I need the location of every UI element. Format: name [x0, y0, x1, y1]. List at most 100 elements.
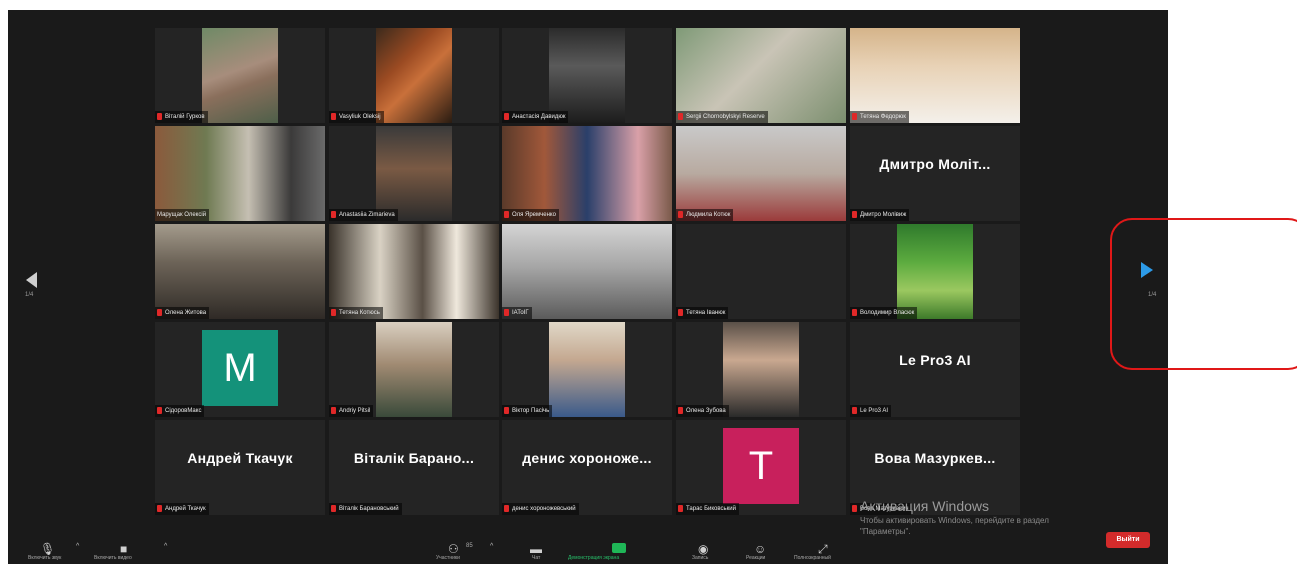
participant-tile[interactable]: Anastasiia Zimarieva — [329, 126, 499, 221]
share-screen-icon — [612, 543, 626, 553]
muted-mic-icon — [852, 406, 857, 414]
reactions-button[interactable]: ☺ Реакции — [742, 540, 782, 564]
video-feed — [723, 322, 799, 417]
participant-tile[interactable]: Володимир Власюк — [850, 224, 1020, 319]
participant-tile[interactable]: Le Pro3 AI Le Pro3 AI — [850, 322, 1020, 417]
participant-name-label: Оля Яремченко — [502, 209, 559, 221]
participant-name-label: Le Pro3 AI — [850, 405, 892, 417]
muted-mic-icon — [331, 406, 336, 414]
participant-tile[interactable]: Людмила Котюк — [676, 126, 846, 221]
muted-mic-icon — [678, 112, 683, 120]
participant-name-label: Anastasiia Zimarieva — [329, 209, 398, 221]
muted-mic-icon — [852, 112, 857, 120]
leave-meeting-button[interactable]: Выйти — [1106, 532, 1150, 548]
muted-mic-icon — [331, 308, 336, 316]
participant-display-name: Вова Мазуркев... — [874, 450, 996, 466]
participant-name-label: Тетяна Іванюк — [676, 307, 729, 319]
participant-tile[interactable]: ІАТоІГ — [502, 224, 672, 319]
participant-name-label: Андрей Ткачук — [155, 503, 209, 515]
participant-tile[interactable]: Andriy Pitsil — [329, 322, 499, 417]
chat-button[interactable]: ▬ Чат — [522, 540, 552, 564]
participant-name-label: Andriy Pitsil — [329, 405, 374, 417]
video-feed — [202, 28, 278, 123]
video-feed — [676, 126, 846, 221]
participant-tile[interactable]: денис хороноже... денис хороножевський — [502, 420, 672, 515]
meeting-toolbar: 🎙 ^ Включить звук ■ ^ Включить видео ⚇ 8… — [8, 540, 1168, 564]
muted-mic-icon — [852, 308, 857, 316]
video-feed — [376, 28, 452, 123]
muted-mic-icon — [331, 210, 336, 218]
unmute-button[interactable]: 🎙 ^ Включить звук — [28, 540, 88, 564]
video-feed — [502, 224, 672, 319]
participant-tile[interactable]: Vasyliuk Oleksij — [329, 28, 499, 123]
participant-name-label: Sergii Chornobylskyi Reserve — [676, 111, 768, 123]
muted-mic-icon — [331, 112, 336, 120]
muted-mic-icon — [157, 406, 162, 414]
participants-icon: ⚇ — [448, 542, 459, 556]
participant-tile[interactable]: Андрей Ткачук Андрей Ткачук — [155, 420, 325, 515]
muted-mic-icon — [852, 210, 857, 218]
video-feed — [897, 224, 973, 319]
participant-tile[interactable]: Віталій Гурков — [155, 28, 325, 123]
participant-name-label: Дмитро Молівиж — [850, 209, 910, 221]
muted-mic-icon — [157, 308, 162, 316]
participant-name-label: ІАТоІГ — [502, 307, 532, 319]
participant-name-label: Віталій Гурков — [155, 111, 208, 123]
muted-mic-icon: 🎙 — [40, 542, 56, 556]
participant-tile[interactable]: Оля Яремченко — [502, 126, 672, 221]
muted-mic-icon — [678, 308, 683, 316]
participant-name-label: Анастасія Давидюк — [502, 111, 569, 123]
chevron-up-icon[interactable]: ^ — [76, 543, 79, 550]
participant-tile[interactable]: Тетяна Іванюк — [676, 224, 846, 319]
participant-name-label: Людмила Котюк — [676, 209, 734, 221]
participant-tile[interactable]: Тетяна Котюсь — [329, 224, 499, 319]
participant-tile[interactable]: M СідоровМакс — [155, 322, 325, 417]
video-feed — [329, 224, 499, 319]
participants-button[interactable]: ⚇ 85 ^ Участники — [426, 540, 498, 564]
participant-tile-active-speaker[interactable]: Марущак Олексій — [155, 126, 325, 221]
video-feed — [376, 126, 452, 221]
participant-tile[interactable]: Sergii Chornobylskyi Reserve — [676, 28, 846, 123]
participant-name-label: Олена Житова — [155, 307, 210, 319]
start-video-button[interactable]: ■ ^ Включить видео — [94, 540, 170, 564]
windows-activation-watermark: Активация Windows Чтобы активировать Win… — [860, 498, 1049, 536]
video-feed — [850, 28, 1020, 123]
chevron-up-icon[interactable]: ^ — [490, 543, 493, 550]
participant-name-label: Тарас Биковський — [676, 503, 739, 515]
participant-tile[interactable]: Віталік Барано... Віталік Барановський — [329, 420, 499, 515]
participant-name-label: Тетяна Котюсь — [329, 307, 383, 319]
avatar: M — [202, 330, 278, 406]
video-feed — [155, 126, 325, 221]
muted-mic-icon — [852, 504, 857, 512]
previous-page-icon[interactable] — [26, 272, 37, 288]
muted-mic-icon — [678, 504, 683, 512]
video-feed — [155, 224, 325, 319]
participant-tile[interactable]: Тетяна Федорюк — [850, 28, 1020, 123]
share-screen-button[interactable]: Демонстрация экрана — [568, 540, 672, 564]
muted-mic-icon — [504, 112, 509, 120]
participant-name-label: Володимир Власюк — [850, 307, 918, 319]
muted-mic-icon — [157, 504, 162, 512]
participant-tile[interactable]: Олена Житова — [155, 224, 325, 319]
participant-display-name: Le Pro3 AI — [899, 352, 971, 368]
participant-tile[interactable]: T Тарас Биковський — [676, 420, 846, 515]
participant-tile[interactable]: Віктор Пасічь — [502, 322, 672, 417]
video-feed — [549, 28, 625, 123]
muted-mic-icon — [331, 504, 336, 512]
participant-name-label: Олена Зубова — [676, 405, 729, 417]
participant-tile[interactable]: Дмитро Моліт... Дмитро Молівиж — [850, 126, 1020, 221]
participant-tile[interactable]: Анастасія Давидюк — [502, 28, 672, 123]
video-feed — [676, 28, 846, 123]
participant-display-name: Віталік Барано... — [353, 450, 475, 466]
muted-mic-icon — [678, 406, 683, 414]
participant-name-label: Віктор Пасічь — [502, 405, 553, 417]
participant-name-label: Тетяна Федорюк — [850, 111, 909, 123]
fullscreen-button[interactable]: ⤢ Полноэкранный — [794, 540, 854, 564]
record-button[interactable]: ◉ Запись — [686, 540, 726, 564]
muted-mic-icon — [678, 210, 683, 218]
participant-name-label: денис хороножевський — [502, 503, 579, 515]
chevron-up-icon[interactable]: ^ — [164, 543, 167, 550]
zoom-meeting-window: Віталій Гурков Vasyliuk Oleksij Анастасі… — [8, 10, 1168, 564]
participant-tile[interactable]: Олена Зубова — [676, 322, 846, 417]
chat-icon: ▬ — [530, 542, 542, 556]
